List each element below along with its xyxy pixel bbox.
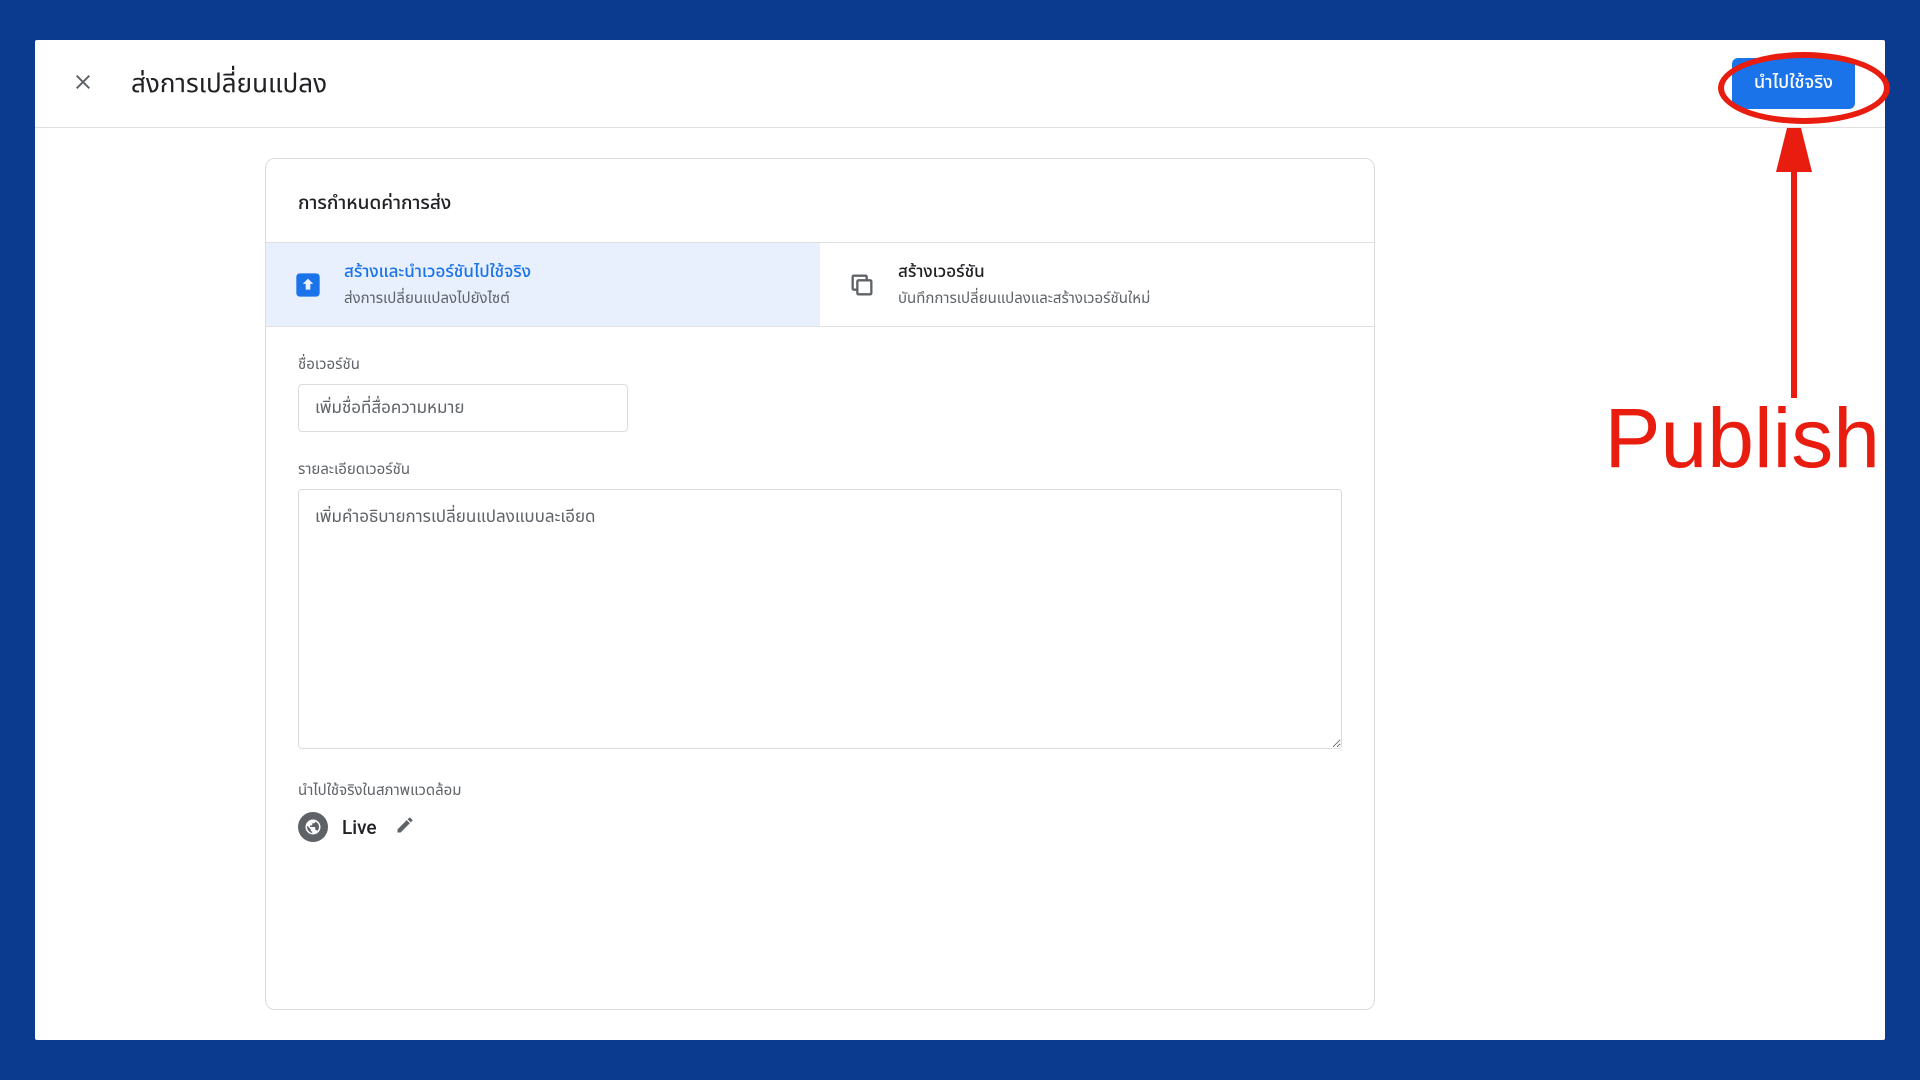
version-name-label: ชื่อเวอร์ชัน xyxy=(298,353,1342,376)
environment-label: นำไปใช้จริงในสภาพแวดล้อม xyxy=(298,779,1342,802)
dialog-body: การกำหนดค่าการส่ง สร้างและนำเวอร์ชันไปใช… xyxy=(35,128,1885,1040)
pencil-icon xyxy=(395,815,415,835)
config-card: การกำหนดค่าการส่ง สร้างและนำเวอร์ชันไปใช… xyxy=(265,158,1375,1010)
dialog-header: ส่งการเปลี่ยนแปลง นำไปใช้จริง xyxy=(35,40,1885,128)
upload-icon xyxy=(294,271,322,299)
publish-button[interactable]: นำไปใช้จริง xyxy=(1732,58,1855,109)
option-text: สร้างเวอร์ชัน บันทึกการเปลี่ยนแปลงและสร้… xyxy=(898,259,1150,310)
submit-dialog: ส่งการเปลี่ยนแปลง นำไปใช้จริง การกำหนดค่… xyxy=(35,40,1885,1040)
card-title: การกำหนดค่าการส่ง xyxy=(266,159,1374,242)
version-name-input[interactable] xyxy=(298,384,628,432)
option-title: สร้างเวอร์ชัน xyxy=(898,259,1150,285)
option-title: สร้างและนำเวอร์ชันไปใช้จริง xyxy=(344,259,531,285)
version-desc-label: รายละเอียดเวอร์ชัน xyxy=(298,458,1342,481)
option-text: สร้างและนำเวอร์ชันไปใช้จริง ส่งการเปลี่ย… xyxy=(344,259,531,310)
option-create-version[interactable]: สร้างเวอร์ชัน บันทึกการเปลี่ยนแปลงและสร้… xyxy=(820,243,1374,326)
close-button[interactable] xyxy=(65,64,101,104)
copy-icon xyxy=(848,271,876,299)
send-options: สร้างและนำเวอร์ชันไปใช้จริง ส่งการเปลี่ย… xyxy=(266,242,1374,327)
close-icon xyxy=(71,70,95,94)
option-subtitle: บันทึกการเปลี่ยนแปลงและสร้างเวอร์ชันใหม่ xyxy=(898,287,1150,310)
dialog-title: ส่งการเปลี่ยนแปลง xyxy=(131,64,1702,104)
edit-environment-button[interactable] xyxy=(395,815,415,839)
environment-row: Live xyxy=(298,812,1342,842)
environment-value: Live xyxy=(342,816,377,839)
form-section: ชื่อเวอร์ชัน รายละเอียดเวอร์ชัน นำไปใช้จ… xyxy=(266,327,1374,872)
option-subtitle: ส่งการเปลี่ยนแปลงไปยังไซต์ xyxy=(344,287,531,310)
globe-icon xyxy=(298,812,328,842)
version-desc-textarea[interactable] xyxy=(298,489,1342,749)
option-publish-version[interactable]: สร้างและนำเวอร์ชันไปใช้จริง ส่งการเปลี่ย… xyxy=(266,243,820,326)
